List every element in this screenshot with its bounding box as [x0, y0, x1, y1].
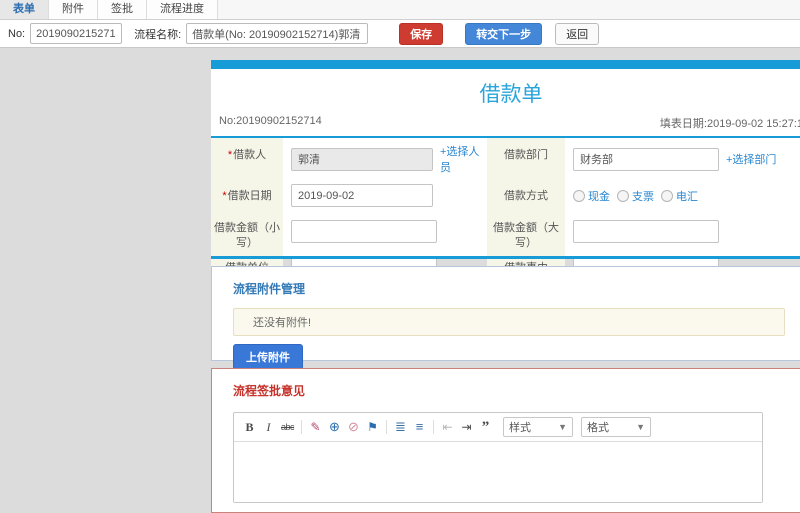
rich-text-editor: B I abc ✎ ⊕ ⊘ ⚑ ≣ ≡ ⇤ ⇥ ” 样式 ▼ 格式 ▼	[233, 412, 763, 503]
tab-form[interactable]: 表单	[0, 0, 49, 19]
loan-method-label: 借款方式	[487, 179, 565, 211]
required-marker: *	[227, 149, 233, 161]
form-no-text: No:20190902152714	[219, 115, 322, 127]
loan-form-panel: 借款单 No:20190902152714 填表日期:2019-09-02 15…	[211, 60, 800, 283]
forward-next-step-button[interactable]: 转交下一步	[465, 22, 543, 45]
amount-small-label: 借款金额（小写）	[211, 211, 283, 251]
strikethrough-icon[interactable]: abc	[280, 420, 295, 434]
loan-date-field	[283, 179, 487, 211]
approval-comments-panel: 流程签批意见 B I abc ✎ ⊕ ⊘ ⚑ ≣ ≡ ⇤ ⇥ ” 样式 ▼ 格式…	[211, 368, 800, 513]
chevron-down-icon: ▼	[636, 422, 645, 432]
amount-big-field	[565, 211, 800, 251]
format-dropdown[interactable]: 格式 ▼	[581, 417, 651, 437]
save-button[interactable]: 保存	[399, 22, 444, 45]
borrower-input[interactable]	[291, 147, 433, 171]
editor-content-area[interactable]	[234, 442, 762, 502]
method-check-radio[interactable]: 支票	[617, 188, 654, 204]
toolbar-separator	[386, 420, 387, 434]
bold-icon[interactable]: B	[242, 420, 257, 434]
borrower-field: +选择人员	[283, 138, 487, 179]
form-meta-row: No:20190902152714 填表日期:2019-09-02 15:27:…	[211, 115, 800, 136]
action-bar: No: 流程名称: 保存 转交下一步 返回	[0, 20, 800, 48]
borrower-label: *借款人	[211, 138, 283, 179]
bulleted-list-icon[interactable]: ≡	[412, 420, 427, 434]
styles-dropdown-label: 样式	[509, 422, 531, 434]
no-attachments-alert: 还没有附件!	[233, 308, 785, 336]
amount-small-field	[283, 211, 487, 251]
toolbar-separator	[301, 420, 302, 434]
approval-heading: 流程签批意见	[233, 384, 306, 398]
method-wire-radio[interactable]: 电汇	[661, 188, 698, 204]
attachments-panel: 流程附件管理 还没有附件! 上传附件	[211, 266, 800, 370]
loan-method-field: 现金 支票 电汇	[565, 179, 800, 211]
required-marker: *	[222, 190, 227, 202]
no-label: No:	[8, 27, 26, 40]
panel-top-bar	[211, 60, 800, 69]
department-label: 借款部门	[487, 138, 565, 179]
select-department-link[interactable]: +选择部门	[726, 151, 776, 167]
amount-small-input[interactable]	[291, 220, 437, 243]
process-name-input[interactable]	[186, 23, 369, 44]
loan-date-input[interactable]	[291, 184, 433, 207]
upload-attachment-button[interactable]: 上传附件	[233, 344, 303, 370]
tab-process-progress[interactable]: 流程进度	[147, 0, 218, 19]
form-date-text: 填表日期:2019-09-02 15:27:1	[659, 118, 800, 130]
radio-circle-icon	[661, 189, 673, 202]
numbered-list-icon[interactable]: ≣	[393, 420, 408, 434]
italic-icon[interactable]: I	[261, 420, 276, 434]
select-person-link[interactable]: +选择人员	[440, 143, 487, 175]
department-field: +选择部门	[565, 138, 800, 179]
method-cash-radio[interactable]: 现金	[573, 188, 610, 204]
tab-attachments[interactable]: 附件	[49, 0, 98, 19]
back-button[interactable]: 返回	[555, 22, 600, 45]
amount-big-label: 借款金额（大写）	[487, 211, 565, 251]
tab-approval[interactable]: 签批	[98, 0, 147, 19]
toolbar-separator	[433, 420, 434, 434]
format-brush-icon[interactable]: ✎	[308, 420, 323, 434]
attachments-heading: 流程附件管理	[233, 282, 306, 296]
page-title: 借款单	[479, 83, 543, 106]
chevron-down-icon: ▼	[558, 422, 567, 432]
outdent-icon[interactable]: ⇤	[440, 420, 455, 434]
process-name-label: 流程名称:	[134, 28, 182, 41]
styles-dropdown[interactable]: 样式 ▼	[503, 417, 573, 437]
radio-circle-icon	[573, 189, 585, 202]
no-input[interactable]	[30, 23, 123, 44]
format-dropdown-label: 格式	[587, 422, 609, 434]
panel-bottom-bar	[211, 256, 800, 259]
unlink-icon[interactable]: ⊘	[346, 420, 361, 434]
tab-bar: 表单 附件 签批 流程进度	[0, 0, 800, 20]
amount-big-input[interactable]	[573, 220, 719, 243]
content-area: 借款单 No:20190902152714 填表日期:2019-09-02 15…	[0, 47, 800, 513]
anchor-flag-icon[interactable]: ⚑	[365, 420, 380, 434]
indent-icon[interactable]: ⇥	[459, 420, 474, 434]
loan-date-label: *借款日期	[211, 179, 283, 211]
department-input[interactable]	[573, 147, 719, 171]
link-icon[interactable]: ⊕	[327, 420, 342, 434]
radio-circle-icon	[617, 189, 629, 202]
editor-toolbar: B I abc ✎ ⊕ ⊘ ⚑ ≣ ≡ ⇤ ⇥ ” 样式 ▼ 格式 ▼	[234, 413, 762, 442]
blockquote-icon[interactable]: ”	[478, 420, 493, 435]
form-grid: *借款人 +选择人员 借款部门 +选择部门 *借款日期 借款方式 现金 支票 电…	[211, 138, 800, 283]
